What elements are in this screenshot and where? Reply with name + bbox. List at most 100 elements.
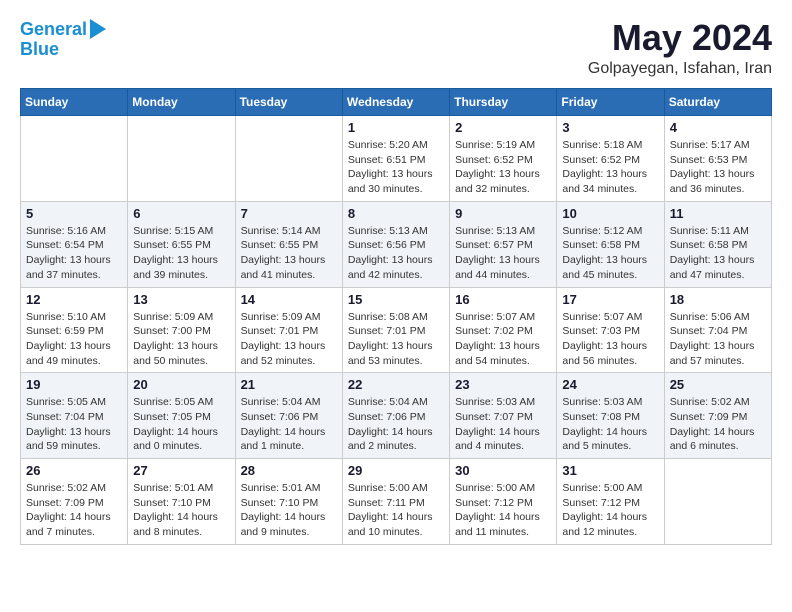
day-detail: Sunrise: 5:00 AM Sunset: 7:11 PM Dayligh… xyxy=(348,481,444,540)
page-header: General Blue May 2024 Golpayegan, Isfaha… xyxy=(20,20,772,78)
calendar-week-row: 12 Sunrise: 5:10 AM Sunset: 6:59 PM Dayli… xyxy=(21,287,772,373)
calendar-cell: 12 Sunrise: 5:10 AM Sunset: 6:59 PM Dayli… xyxy=(21,287,128,373)
day-number: 31 xyxy=(562,463,658,478)
day-detail: Sunrise: 5:13 AM Sunset: 6:56 PM Dayligh… xyxy=(348,224,444,283)
calendar-cell: 25 Sunrise: 5:02 AM Sunset: 7:09 PM Dayli… xyxy=(664,373,771,459)
calendar-cell: 30Sunrise: 5:00 AM Sunset: 7:12 PM Dayli… xyxy=(450,459,557,545)
calendar-cell xyxy=(664,459,771,545)
weekday-header-tuesday: Tuesday xyxy=(235,89,342,116)
day-number: 17 xyxy=(562,292,658,307)
day-detail: Sunrise: 5:03 AM Sunset: 7:07 PM Dayligh… xyxy=(455,395,551,454)
day-detail: Sunrise: 5:14 AM Sunset: 6:55 PM Dayligh… xyxy=(241,224,337,283)
day-number: 1 xyxy=(348,120,444,135)
day-detail: Sunrise: 5:04 AM Sunset: 7:06 PM Dayligh… xyxy=(348,395,444,454)
day-number: 29 xyxy=(348,463,444,478)
day-number: 16 xyxy=(455,292,551,307)
day-detail: Sunrise: 5:16 AM Sunset: 6:54 PM Dayligh… xyxy=(26,224,122,283)
calendar-cell: 3Sunrise: 5:18 AM Sunset: 6:52 PM Daylig… xyxy=(557,116,664,202)
day-number: 9 xyxy=(455,206,551,221)
calendar-cell: 20Sunrise: 5:05 AM Sunset: 7:05 PM Dayli… xyxy=(128,373,235,459)
day-detail: Sunrise: 5:07 AM Sunset: 7:02 PM Dayligh… xyxy=(455,310,551,369)
calendar-cell: 2 Sunrise: 5:19 AM Sunset: 6:52 PM Daylig… xyxy=(450,116,557,202)
logo: General Blue xyxy=(20,20,106,60)
calendar-week-row: 1 Sunrise: 5:20 AM Sunset: 6:51 PM Daylig… xyxy=(21,116,772,202)
day-detail: Sunrise: 5:13 AM Sunset: 6:57 PM Dayligh… xyxy=(455,224,551,283)
location-title: Golpayegan, Isfahan, Iran xyxy=(588,60,772,78)
day-number: 10 xyxy=(562,206,658,221)
day-number: 24 xyxy=(562,377,658,392)
day-detail: Sunrise: 5:09 AM Sunset: 7:01 PM Dayligh… xyxy=(241,310,337,369)
weekday-header-row: SundayMondayTuesdayWednesdayThursdayFrid… xyxy=(21,89,772,116)
title-section: May 2024 Golpayegan, Isfahan, Iran xyxy=(588,20,772,78)
weekday-header-wednesday: Wednesday xyxy=(342,89,449,116)
calendar-cell: 31Sunrise: 5:00 AM Sunset: 7:12 PM Dayli… xyxy=(557,459,664,545)
day-detail: Sunrise: 5:12 AM Sunset: 6:58 PM Dayligh… xyxy=(562,224,658,283)
day-number: 15 xyxy=(348,292,444,307)
calendar-cell xyxy=(128,116,235,202)
calendar-cell: 1 Sunrise: 5:20 AM Sunset: 6:51 PM Daylig… xyxy=(342,116,449,202)
calendar-cell: 22Sunrise: 5:04 AM Sunset: 7:06 PM Dayli… xyxy=(342,373,449,459)
day-detail: Sunrise: 5:20 AM Sunset: 6:51 PM Dayligh… xyxy=(348,138,444,197)
calendar-table: SundayMondayTuesdayWednesdayThursdayFrid… xyxy=(20,88,772,545)
calendar-cell: 10 Sunrise: 5:12 AM Sunset: 6:58 PM Dayli… xyxy=(557,201,664,287)
day-number: 6 xyxy=(133,206,229,221)
day-detail: Sunrise: 5:04 AM Sunset: 7:06 PM Dayligh… xyxy=(241,395,337,454)
day-detail: Sunrise: 5:00 AM Sunset: 7:12 PM Dayligh… xyxy=(455,481,551,540)
day-number: 4 xyxy=(670,120,766,135)
calendar-cell: 28 Sunrise: 5:01 AM Sunset: 7:10 PM Dayli… xyxy=(235,459,342,545)
day-number: 27 xyxy=(133,463,229,478)
day-number: 2 xyxy=(455,120,551,135)
day-detail: Sunrise: 5:01 AM Sunset: 7:10 PM Dayligh… xyxy=(241,481,337,540)
weekday-header-sunday: Sunday xyxy=(21,89,128,116)
day-detail: Sunrise: 5:02 AM Sunset: 7:09 PM Dayligh… xyxy=(26,481,122,540)
weekday-header-saturday: Saturday xyxy=(664,89,771,116)
day-number: 25 xyxy=(670,377,766,392)
day-detail: Sunrise: 5:15 AM Sunset: 6:55 PM Dayligh… xyxy=(133,224,229,283)
calendar-cell: 15 Sunrise: 5:08 AM Sunset: 7:01 PM Dayli… xyxy=(342,287,449,373)
calendar-week-row: 19 Sunrise: 5:05 AM Sunset: 7:04 PM Dayli… xyxy=(21,373,772,459)
calendar-cell: 5 Sunrise: 5:16 AM Sunset: 6:54 PM Daylig… xyxy=(21,201,128,287)
calendar-cell: 4Sunrise: 5:17 AM Sunset: 6:53 PM Daylig… xyxy=(664,116,771,202)
calendar-week-row: 5 Sunrise: 5:16 AM Sunset: 6:54 PM Daylig… xyxy=(21,201,772,287)
day-number: 7 xyxy=(241,206,337,221)
day-detail: Sunrise: 5:05 AM Sunset: 7:05 PM Dayligh… xyxy=(133,395,229,454)
calendar-cell: 29 Sunrise: 5:00 AM Sunset: 7:11 PM Dayli… xyxy=(342,459,449,545)
day-detail: Sunrise: 5:08 AM Sunset: 7:01 PM Dayligh… xyxy=(348,310,444,369)
calendar-cell: 13Sunrise: 5:09 AM Sunset: 7:00 PM Dayli… xyxy=(128,287,235,373)
logo-arrow-icon xyxy=(90,19,106,39)
logo-blue-text: Blue xyxy=(20,40,106,60)
calendar-cell: 24 Sunrise: 5:03 AM Sunset: 7:08 PM Dayli… xyxy=(557,373,664,459)
calendar-cell: 14 Sunrise: 5:09 AM Sunset: 7:01 PM Dayli… xyxy=(235,287,342,373)
month-title: May 2024 xyxy=(588,20,772,56)
weekday-header-monday: Monday xyxy=(128,89,235,116)
day-detail: Sunrise: 5:19 AM Sunset: 6:52 PM Dayligh… xyxy=(455,138,551,197)
day-number: 19 xyxy=(26,377,122,392)
day-detail: Sunrise: 5:03 AM Sunset: 7:08 PM Dayligh… xyxy=(562,395,658,454)
day-detail: Sunrise: 5:09 AM Sunset: 7:00 PM Dayligh… xyxy=(133,310,229,369)
calendar-cell: 17Sunrise: 5:07 AM Sunset: 7:03 PM Dayli… xyxy=(557,287,664,373)
weekday-header-friday: Friday xyxy=(557,89,664,116)
day-number: 28 xyxy=(241,463,337,478)
calendar-cell: 8Sunrise: 5:13 AM Sunset: 6:56 PM Daylig… xyxy=(342,201,449,287)
calendar-cell: 7 Sunrise: 5:14 AM Sunset: 6:55 PM Daylig… xyxy=(235,201,342,287)
day-detail: Sunrise: 5:02 AM Sunset: 7:09 PM Dayligh… xyxy=(670,395,766,454)
calendar-cell: 9 Sunrise: 5:13 AM Sunset: 6:57 PM Daylig… xyxy=(450,201,557,287)
day-detail: Sunrise: 5:05 AM Sunset: 7:04 PM Dayligh… xyxy=(26,395,122,454)
calendar-cell: 16 Sunrise: 5:07 AM Sunset: 7:02 PM Dayli… xyxy=(450,287,557,373)
day-number: 23 xyxy=(455,377,551,392)
calendar-cell: 19 Sunrise: 5:05 AM Sunset: 7:04 PM Dayli… xyxy=(21,373,128,459)
day-number: 3 xyxy=(562,120,658,135)
calendar-cell: 26 Sunrise: 5:02 AM Sunset: 7:09 PM Dayli… xyxy=(21,459,128,545)
day-number: 11 xyxy=(670,206,766,221)
calendar-cell xyxy=(21,116,128,202)
logo-text: General xyxy=(20,20,87,40)
calendar-cell: 18Sunrise: 5:06 AM Sunset: 7:04 PM Dayli… xyxy=(664,287,771,373)
day-number: 12 xyxy=(26,292,122,307)
day-detail: Sunrise: 5:10 AM Sunset: 6:59 PM Dayligh… xyxy=(26,310,122,369)
day-number: 14 xyxy=(241,292,337,307)
day-detail: Sunrise: 5:06 AM Sunset: 7:04 PM Dayligh… xyxy=(670,310,766,369)
day-number: 21 xyxy=(241,377,337,392)
calendar-cell: 11Sunrise: 5:11 AM Sunset: 6:58 PM Dayli… xyxy=(664,201,771,287)
day-number: 5 xyxy=(26,206,122,221)
day-number: 26 xyxy=(26,463,122,478)
